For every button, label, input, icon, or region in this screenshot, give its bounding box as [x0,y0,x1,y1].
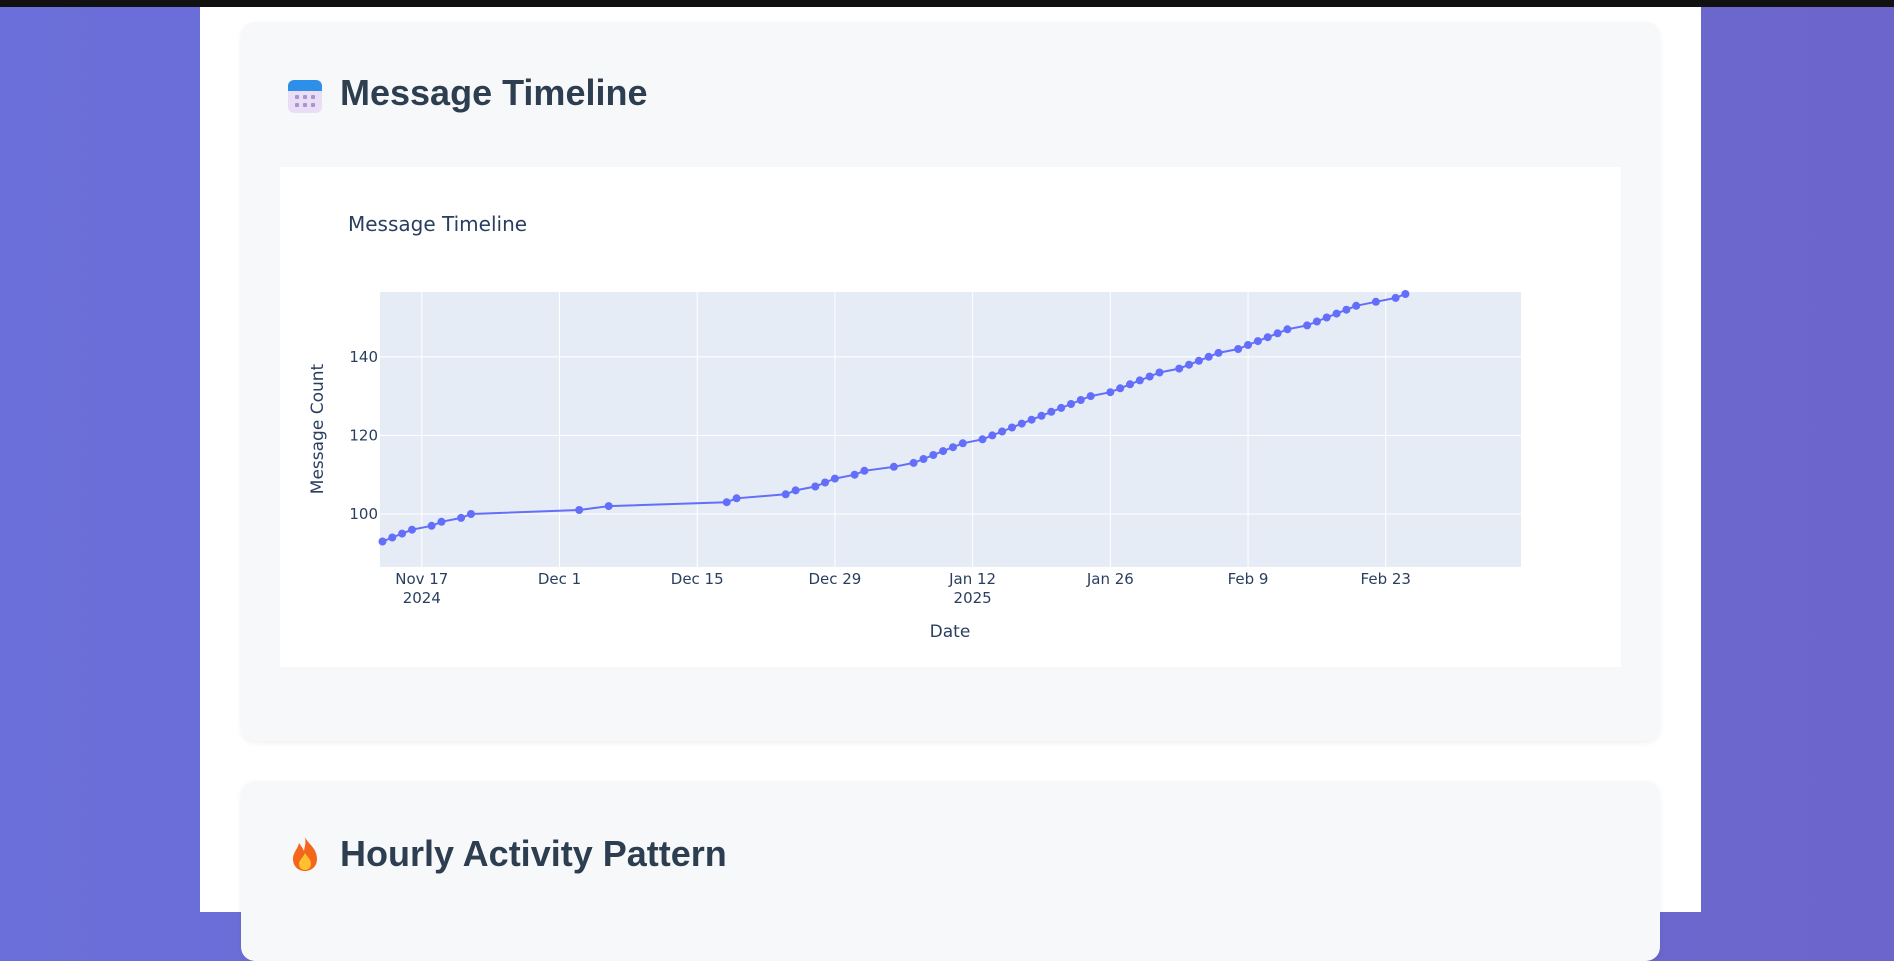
data-point [1234,345,1243,353]
data-point [1332,309,1341,318]
data-point [889,462,898,471]
data-point [1126,380,1134,389]
x-tick-label: Dec 1 [538,570,581,588]
data-point [575,506,584,514]
y-tick-label: 120 [349,426,378,444]
fire-icon [293,837,317,871]
data-point [408,525,416,534]
data-point [1155,368,1164,377]
data-point [1145,372,1154,381]
timeline-card: Message Timeline Message Timeline Nov 17… [241,22,1660,741]
calendar-icon [288,80,322,113]
data-point [939,447,948,456]
data-point [1067,400,1075,408]
data-point [1116,384,1125,393]
data-point [437,517,446,526]
data-point [1214,348,1223,357]
timeline-section-title: Message Timeline [340,72,648,113]
data-point [1244,341,1252,349]
data-point [732,494,741,503]
x-tick-label: Dec 15 [671,570,724,588]
x-tick-label: Feb 23 [1361,570,1411,588]
data-point [1273,329,1282,338]
data-point [457,513,466,522]
data-point [929,451,938,459]
plot-area[interactable] [380,292,1521,567]
timeline-chart-container: Message Timeline Nov 17 2024 Dec 1 Dec 15 De… [280,167,1621,667]
data-point [1253,337,1262,346]
data-point [1312,317,1321,326]
x-axis-ticks: Nov 172024 Dec 1 Dec 15 Dec 29 Jan 122025 Jan… [395,570,1411,607]
message-timeline-chart[interactable]: Message Timeline Nov 172024 Dec 1 Dec 15 De… [280,167,1621,667]
chart-title: Message Timeline [348,212,527,236]
data-point [1135,376,1144,385]
y-tick-label: 100 [349,505,378,523]
data-point [388,533,397,542]
data-point [1106,388,1115,397]
data-point [1017,419,1026,428]
data-point [427,521,436,530]
data-point [378,537,387,546]
data-point [1076,396,1085,404]
hourly-section-title: Hourly Activity Pattern [340,833,727,874]
data-point [1047,407,1056,416]
data-point [1194,356,1203,365]
data-point [1086,392,1095,401]
x-tick-label: Jan 12 [948,570,996,588]
data-point [604,502,613,511]
data-point [398,529,407,538]
x-tick-label: Nov 17 [395,570,448,588]
data-point [722,498,731,507]
x-tick-year-label: 2025 [954,589,992,607]
data-point [919,455,928,463]
data-point [1204,352,1213,361]
data-point [821,478,830,487]
data-point [811,482,820,491]
x-tick-label: Jan 26 [1086,570,1134,588]
data-point [781,490,790,499]
data-point [467,510,475,518]
y-tick-label: 140 [349,348,378,366]
data-point [1342,305,1351,314]
data-point [909,458,918,467]
data-point [1352,301,1361,310]
data-point [1185,360,1193,369]
data-point [988,431,997,440]
x-tick-year-label: 2024 [403,589,441,607]
data-point [830,474,839,483]
data-point [791,486,800,495]
y-axis-label: Message Count [308,363,328,494]
data-point [1371,297,1380,306]
data-point [1027,415,1036,424]
hourly-activity-card: Hourly Activity Pattern [241,781,1660,961]
window-top-bar [0,0,1894,7]
dashboard-page: Message Timeline Message Timeline Nov 17… [200,7,1701,961]
data-point [949,443,957,452]
data-point [978,435,987,444]
data-point [1057,403,1066,412]
data-point [850,470,859,479]
data-point [860,466,869,475]
data-point [1322,313,1331,322]
data-point [1037,411,1046,420]
data-point [1391,293,1400,302]
x-tick-label: Dec 29 [808,570,861,588]
y-axis-ticks: 100 120 140 [349,348,378,523]
data-point [958,439,967,448]
data-point [1303,321,1312,330]
data-point [1008,423,1016,432]
x-axis-label: Date [930,622,971,642]
data-point [1401,290,1410,298]
data-point [998,427,1007,436]
data-point [1175,364,1184,373]
data-point [1283,325,1292,334]
data-point [1263,333,1272,342]
x-tick-label: Feb 9 [1228,570,1269,588]
